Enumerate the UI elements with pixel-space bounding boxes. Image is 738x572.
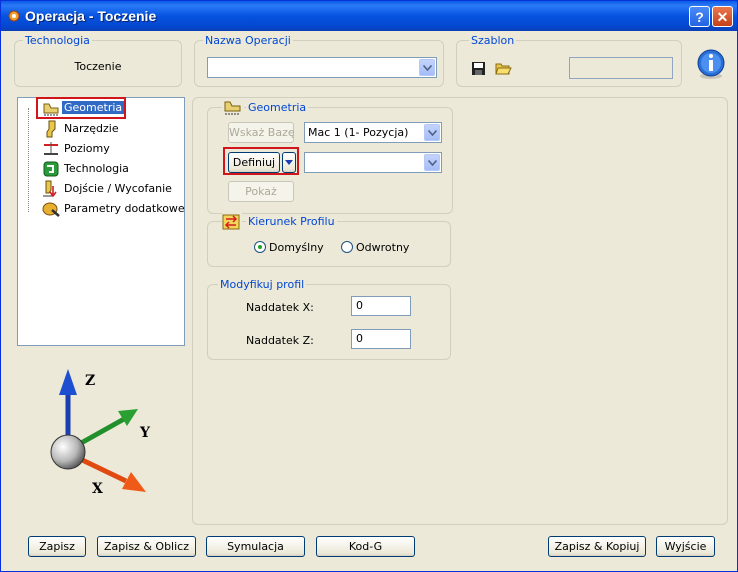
szablon-field[interactable] bbox=[569, 57, 673, 79]
nazwa-operacji-combo[interactable] bbox=[207, 57, 437, 78]
technologia-group: Technologia Toczenie bbox=[14, 34, 182, 87]
kierunek-title: Kierunek Profilu bbox=[246, 215, 337, 228]
naddatek-x-label: Naddatek X: bbox=[246, 301, 314, 314]
window-title: Operacja - Toczenie bbox=[25, 8, 157, 24]
naddatek-z-label: Naddatek Z: bbox=[246, 334, 314, 347]
tree-label-parametry: Parametry dodatkowe bbox=[64, 202, 185, 215]
dialog-client: Technologia Toczenie Nazwa Operacji Szab… bbox=[4, 31, 734, 568]
tool-icon bbox=[46, 120, 56, 138]
nazwa-operacji-group: Nazwa Operacji bbox=[194, 34, 444, 87]
chevron-down-icon[interactable] bbox=[419, 59, 435, 76]
symulacja-button[interactable]: Symulacja bbox=[206, 536, 305, 557]
approach-retract-icon bbox=[43, 180, 57, 198]
zapisz-button[interactable]: Zapisz bbox=[28, 536, 86, 557]
zapisz-oblicz-button[interactable]: Zapisz & Oblicz bbox=[97, 536, 196, 557]
app-icon bbox=[8, 10, 20, 22]
tree-item-dojscie[interactable]: Dojście / Wycofanie bbox=[22, 180, 172, 198]
mac-combo-value: Mac 1 (1- Pozycja) bbox=[308, 126, 409, 139]
tree-item-narzedzie[interactable]: Narzędzie bbox=[22, 120, 142, 138]
save-icon[interactable] bbox=[471, 61, 486, 76]
close-button[interactable]: ✕ bbox=[712, 6, 733, 27]
chevron-down-icon[interactable] bbox=[424, 154, 440, 171]
help-button[interactable]: ? bbox=[689, 6, 710, 27]
levels-icon bbox=[44, 142, 58, 155]
axis-x-label: X bbox=[92, 481, 103, 497]
naddatek-x-input[interactable]: 0 bbox=[351, 296, 411, 316]
axis-z-label: Z bbox=[85, 373, 96, 389]
tree-label-technologia: Technologia bbox=[64, 162, 129, 175]
additional-params-icon bbox=[42, 202, 60, 217]
kierunek-group: Kierunek Profilu Domyślny Odwrotny bbox=[207, 213, 451, 267]
info-icon[interactable] bbox=[695, 48, 727, 80]
technology-icon bbox=[43, 161, 59, 177]
wskaz-baze-button[interactable]: Wskaż Bazę bbox=[228, 122, 295, 143]
odwrotny-radio[interactable] bbox=[341, 241, 353, 253]
axis-y-label: Y bbox=[140, 425, 150, 441]
pokaz-button[interactable]: Pokaż bbox=[228, 181, 294, 202]
szablon-group: Szablon bbox=[456, 34, 682, 87]
naddatek-z-input[interactable]: 0 bbox=[351, 329, 411, 349]
content-panel: Geometria Wskaż Bazę Mac 1 (1- Pozycja) … bbox=[192, 97, 728, 525]
definiuj-combo[interactable] bbox=[304, 152, 442, 173]
zapisz-kopiuj-button[interactable]: Zapisz & Kopiuj bbox=[548, 536, 646, 557]
tree-item-poziomy[interactable]: Poziomy bbox=[22, 140, 142, 158]
tree-item-technologia[interactable]: Technologia bbox=[22, 160, 142, 178]
title-bar[interactable]: Operacja - Toczenie ? ✕ bbox=[1, 1, 737, 31]
tree-label-poziomy: Poziomy bbox=[64, 142, 110, 155]
geometry-icon bbox=[222, 99, 244, 117]
kod-g-button[interactable]: Kod-G bbox=[316, 536, 415, 557]
mac-combo[interactable]: Mac 1 (1- Pozycja) bbox=[304, 122, 442, 143]
tree-label-narzedzie: Narzędzie bbox=[64, 122, 119, 135]
nazwa-operacji-title: Nazwa Operacji bbox=[203, 34, 293, 47]
technologia-title: Technologia bbox=[23, 34, 92, 47]
domyslny-radio[interactable] bbox=[254, 241, 266, 253]
wyjscie-button[interactable]: Wyjście bbox=[656, 536, 715, 557]
technologia-value: Toczenie bbox=[74, 60, 122, 73]
axis-gizmo-icon bbox=[50, 369, 146, 492]
open-folder-icon[interactable] bbox=[495, 61, 512, 76]
profile-direction-icon bbox=[222, 213, 242, 231]
domyslny-label[interactable]: Domyślny bbox=[269, 241, 324, 254]
geometria-title: Geometria bbox=[246, 101, 309, 114]
modyfikuj-title: Modyfikuj profil bbox=[218, 278, 307, 291]
dialog-window: Operacja - Toczenie ? ✕ Technologia Tocz… bbox=[0, 0, 738, 572]
modyfikuj-group: Modyfikuj profil Naddatek X: 0 Naddatek … bbox=[207, 278, 451, 360]
navigation-tree: Geometria Narzędzie Poziomy Technologia … bbox=[17, 97, 185, 346]
chevron-down-icon[interactable] bbox=[424, 124, 440, 141]
definiuj-highlight bbox=[223, 147, 299, 175]
tree-item-parametry[interactable]: Parametry dodatkowe bbox=[22, 200, 185, 218]
tree-label-dojscie: Dojście / Wycofanie bbox=[64, 182, 172, 195]
odwrotny-label[interactable]: Odwrotny bbox=[356, 241, 409, 254]
geometria-highlight bbox=[36, 97, 126, 119]
szablon-title: Szablon bbox=[469, 34, 517, 47]
